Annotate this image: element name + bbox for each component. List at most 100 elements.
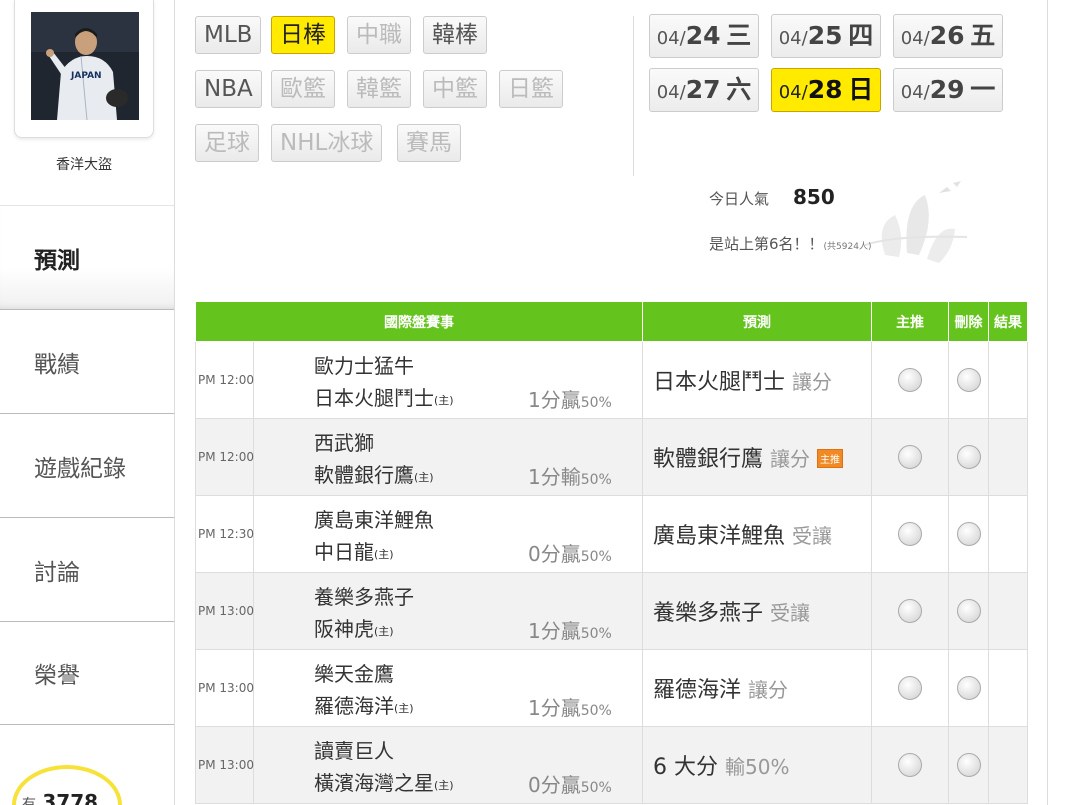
header-event: 國際盤賽事	[195, 301, 643, 342]
date-weekday: 日	[848, 75, 874, 104]
handicap-pct: 50%	[580, 780, 612, 796]
coin-count: 有 3778	[22, 790, 98, 805]
game-time: PM 13:00	[195, 726, 254, 804]
main-pick-radio[interactable]	[898, 676, 922, 700]
date-0426[interactable]: 04/26 五	[893, 14, 1003, 58]
tab-label: 日籃	[508, 76, 554, 102]
tab-euro-basketball: 歐籃	[271, 70, 335, 108]
date-0424[interactable]: 04/24 三	[649, 14, 759, 58]
date-day: 25	[807, 21, 843, 50]
home-team: 中日龍(主)	[314, 536, 394, 565]
nav-item-discussion[interactable]: 討論	[0, 517, 174, 621]
table-row: PM 13:00 養樂多燕子 阪神虎(主) 1分贏50% 養樂多燕子 受讓	[195, 572, 1028, 650]
tab-horse-racing: 賽馬	[397, 124, 461, 162]
pick-type: 讓分	[748, 678, 789, 702]
pick-team: 養樂多燕子	[653, 601, 764, 626]
prediction-cell: 日本火腿鬥士 讓分	[642, 341, 872, 419]
date-0429[interactable]: 04/29 一	[893, 68, 1003, 112]
result-cell	[988, 572, 1028, 650]
main-pick-radio[interactable]	[898, 368, 922, 392]
table-row: PM 12:00 西武獅 軟體銀行鷹(主) 1分輸50% 軟體銀行鷹 讓分 主推	[195, 418, 1028, 496]
pick-type: 輸50%	[725, 755, 790, 779]
delete-radio[interactable]	[956, 445, 981, 469]
table-row: PM 13:00 樂天金鷹 羅德海洋(主) 1分贏50% 羅德海洋 讓分	[195, 649, 1028, 727]
tab-mlb[interactable]: MLB	[195, 16, 262, 54]
tab-label: 足球	[204, 130, 250, 156]
date-weekday: 六	[726, 75, 752, 104]
matchup-cell: 西武獅 軟體銀行鷹(主) 1分輸50%	[253, 418, 643, 496]
profile-card: JAPAN	[14, 0, 154, 138]
game-time: PM 12:00	[195, 418, 254, 496]
delete-radio[interactable]	[956, 522, 981, 546]
away-team: 西武獅	[314, 431, 374, 455]
date-weekday: 三	[726, 21, 752, 50]
divider	[633, 16, 634, 176]
header-delete: 刪除	[948, 301, 989, 342]
main-pick-radio[interactable]	[898, 599, 922, 623]
matchup-cell: 歐力士猛牛 日本火腿鬥士(主) 1分贏50%	[253, 341, 643, 419]
handicap-main: 1分贏	[528, 696, 581, 720]
nav-item-honors[interactable]: 榮譽	[0, 621, 174, 725]
nav-item-game-log[interactable]: 遊戲紀錄	[0, 413, 174, 517]
tab-nba[interactable]: NBA	[195, 70, 262, 108]
date-prefix: 04/	[900, 28, 930, 49]
delete-radio[interactable]	[956, 368, 981, 392]
home-team-name: 羅德海洋	[314, 694, 394, 718]
main-pick-cell	[871, 341, 949, 419]
tab-cpbl: 中職	[347, 16, 411, 54]
handicap-main: 0分贏	[528, 773, 581, 797]
home-team: 軟體銀行鷹(主)	[314, 459, 434, 488]
handicap-main: 1分贏	[528, 619, 581, 643]
main-pick-radio[interactable]	[898, 445, 922, 469]
coin-value: 3778	[42, 790, 99, 805]
date-weekday: 一	[970, 75, 996, 104]
result-cell	[988, 649, 1028, 727]
tab-label: 韓棒	[432, 22, 478, 48]
main-pick-radio[interactable]	[898, 753, 922, 777]
main-pick-cell	[871, 649, 949, 727]
nav-label: 戰績	[34, 351, 80, 378]
tab-label: NHL冰球	[280, 130, 374, 156]
date-day: 29	[929, 75, 965, 104]
handicap-pct: 50%	[580, 395, 612, 411]
username: 香洋大盜	[56, 157, 112, 173]
result-cell	[988, 726, 1028, 804]
table-row: PM 12:00 歐力士猛牛 日本火腿鬥士(主) 1分贏50% 日本火腿鬥士 讓分	[195, 341, 1028, 419]
date-weekday: 五	[970, 21, 996, 50]
delete-radio[interactable]	[956, 599, 981, 623]
pick-team: 日本火腿鬥士	[653, 370, 786, 395]
nav-item-record[interactable]: 戰績	[0, 309, 174, 413]
home-mark: (主)	[374, 548, 394, 561]
date-prefix: 04/	[656, 28, 686, 49]
main-pick-tag: 主推	[817, 449, 844, 468]
home-team-name: 橫濱海灣之星	[314, 771, 434, 795]
delete-cell	[948, 572, 989, 650]
main-panel: MLB 日棒 中職 韓棒 NBA 歐籃 韓籃 中籃 日籃 足球 NHL冰球 賽馬…	[174, 0, 1048, 805]
pick-team: 羅德海洋	[653, 678, 742, 703]
tab-korea-basketball: 韓籃	[347, 70, 411, 108]
away-team: 讀賣巨人	[314, 739, 394, 763]
tab-kbo[interactable]: 韓棒	[423, 16, 487, 54]
avatar[interactable]: JAPAN	[31, 12, 139, 120]
delete-radio[interactable]	[956, 753, 981, 777]
handicap-main: 1分贏	[528, 388, 581, 412]
table-row: PM 12:30 廣島東洋鯉魚 中日龍(主) 0分贏50% 廣島東洋鯉魚 受讓	[195, 495, 1028, 573]
handicap-line: 0分贏50%	[528, 538, 612, 567]
nav-label: 預測	[34, 247, 80, 274]
tab-npb[interactable]: 日棒	[271, 16, 335, 54]
main-pick-radio[interactable]	[898, 522, 922, 546]
prediction-cell: 羅德海洋 讓分	[642, 649, 872, 727]
main-pick-cell	[871, 495, 949, 573]
nav-label: 遊戲紀錄	[34, 455, 126, 482]
matchup-cell: 廣島東洋鯉魚 中日龍(主) 0分贏50%	[253, 495, 643, 573]
home-team-name: 日本火腿鬥士	[314, 386, 434, 410]
nav-item-predict[interactable]: 預測	[0, 205, 174, 309]
date-0425[interactable]: 04/25 四	[771, 14, 881, 58]
prediction-cell: 6 大分 輸50%	[642, 726, 872, 804]
delete-cell	[948, 649, 989, 727]
date-0427[interactable]: 04/27 六	[649, 68, 759, 112]
handicap-pct: 50%	[580, 549, 612, 565]
delete-radio[interactable]	[956, 676, 981, 700]
handicap-line: 1分贏50%	[528, 615, 612, 644]
date-0428[interactable]: 04/28 日	[771, 68, 881, 112]
